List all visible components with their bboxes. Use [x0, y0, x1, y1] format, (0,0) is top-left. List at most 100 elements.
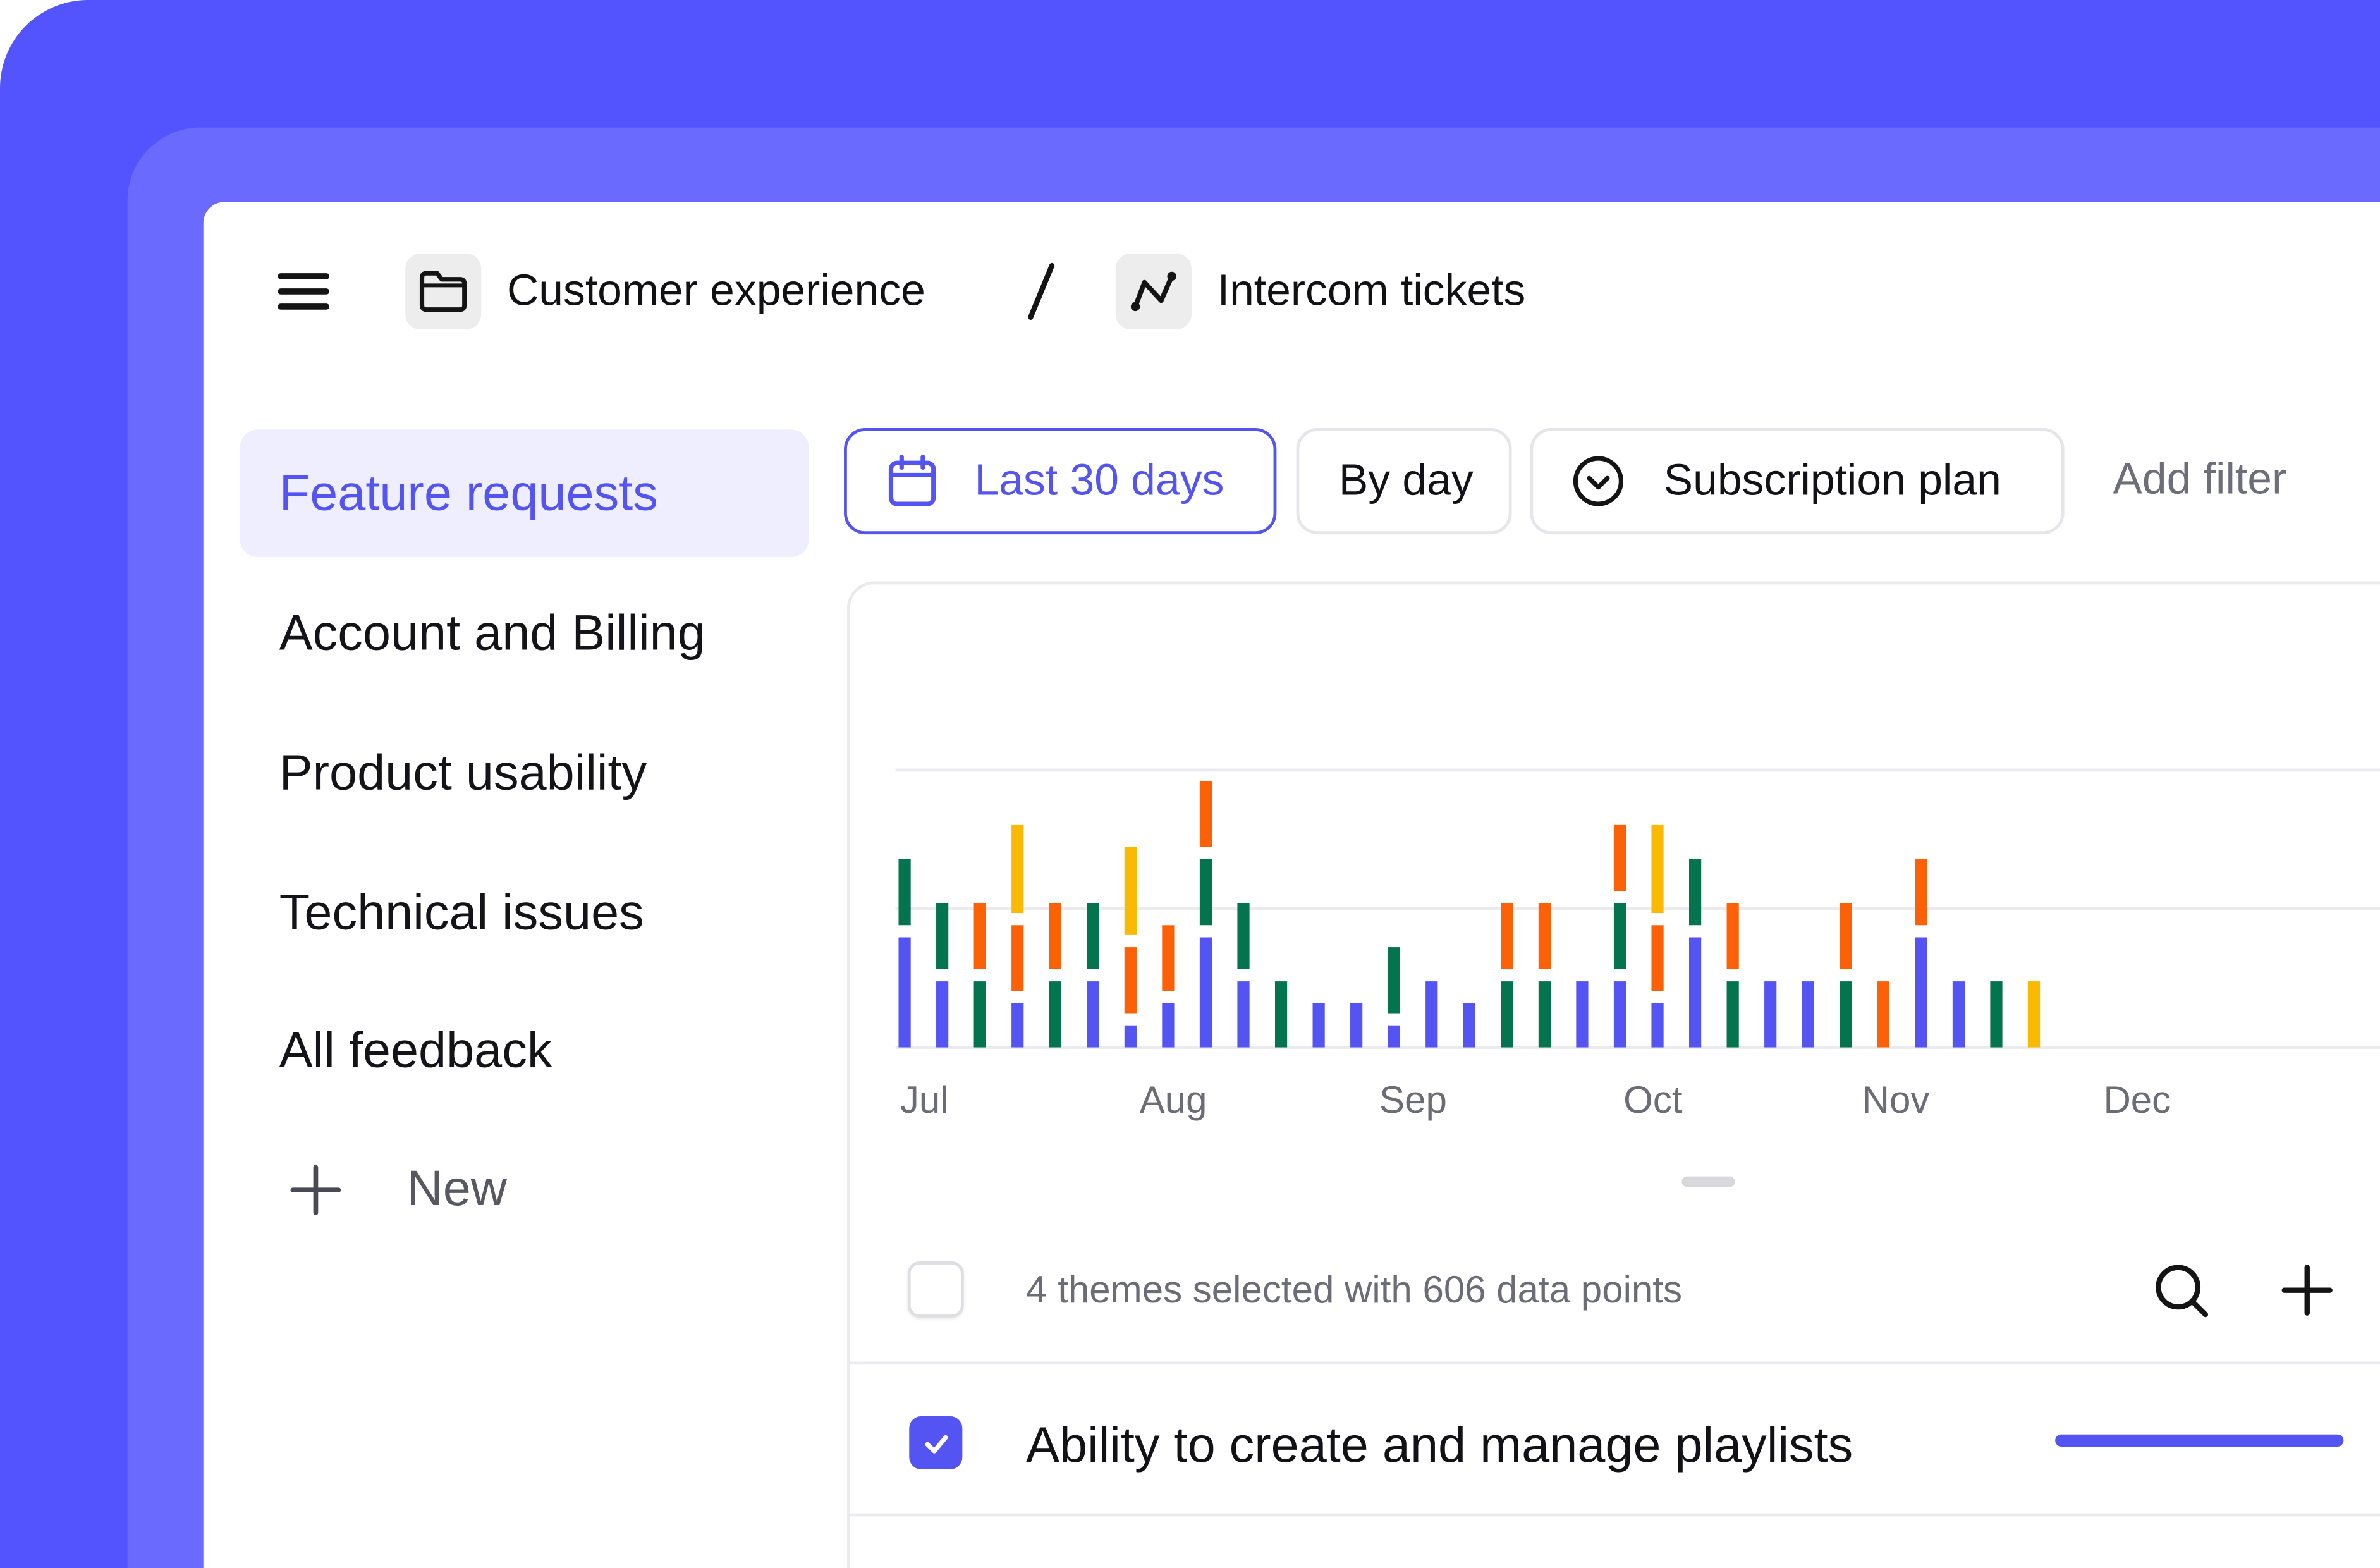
- chart-bar-segment[interactable]: [1162, 1003, 1175, 1048]
- subscription-plan-filter[interactable]: Subscription plan: [1530, 428, 2065, 535]
- sidebar-item-account-billing[interactable]: Account and Billing: [240, 569, 809, 697]
- chart-bar-segment[interactable]: [1877, 981, 1889, 1048]
- chart-bar-segment[interactable]: [1501, 903, 1513, 969]
- chart-bar-segment[interactable]: [1463, 1003, 1475, 1048]
- chart-bar-segment[interactable]: [1688, 937, 1702, 1048]
- chart-bar-segment[interactable]: [1199, 937, 1212, 1048]
- chart-bar-segment[interactable]: [1990, 981, 2003, 1048]
- chart-bar-segment[interactable]: [1049, 981, 1061, 1048]
- chart-bar-segment[interactable]: [1802, 981, 1814, 1048]
- check-icon: [924, 1434, 948, 1453]
- chart-bar-segment[interactable]: [1237, 981, 1250, 1048]
- chart-bar-segment[interactable]: [1915, 937, 1927, 1048]
- chart-bar-segment[interactable]: [1162, 925, 1175, 991]
- chart-bar-segment[interactable]: [1840, 981, 1852, 1048]
- chart-bar-segment[interactable]: [1688, 859, 1702, 926]
- chart-bar-segment[interactable]: [1087, 981, 1099, 1048]
- x-axis-tick-label: Oct: [1623, 1079, 1683, 1121]
- calendar-icon: [888, 455, 936, 506]
- sidebar-item-feature-requests[interactable]: Feature requests: [240, 429, 809, 558]
- chart-bar-segment[interactable]: [2027, 981, 2041, 1048]
- divider: [850, 1361, 2380, 1365]
- stacked-bar-chart: Jul Aug Sep Oct Nov Dec: [895, 768, 2380, 1121]
- app-screenshot: Customer experience Intercom tickets Fea…: [0, 0, 2380, 1568]
- sidebar-item-label: Feature requests: [279, 464, 658, 521]
- add-theme-icon[interactable]: [2277, 1260, 2338, 1321]
- chart-bar-segment[interactable]: [1840, 903, 1852, 969]
- sidebar-item-label: Technical issues: [279, 883, 644, 940]
- chart-bar-segment[interactable]: [1613, 903, 1626, 969]
- theme-checkbox[interactable]: [909, 1416, 963, 1469]
- granularity-filter[interactable]: By day: [1296, 428, 1512, 535]
- new-view-label[interactable]: New: [407, 1163, 508, 1213]
- chart-bar-segment[interactable]: [1764, 981, 1777, 1048]
- new-view-button[interactable]: [288, 1156, 343, 1223]
- chart-bar-segment[interactable]: [1274, 981, 1288, 1048]
- breadcrumb-separator: [1028, 262, 1055, 320]
- chart-bar-segment[interactable]: [1501, 981, 1513, 1048]
- chart-bar-segment[interactable]: [1388, 1025, 1400, 1048]
- x-axis-tick-label: Nov: [1862, 1079, 1930, 1121]
- chart-bar-segment[interactable]: [1651, 1003, 1664, 1048]
- theme-volume-fill: [2055, 1434, 2344, 1447]
- sidebar-item-all-feedback[interactable]: All feedback: [240, 987, 809, 1115]
- chart-bar-segment[interactable]: [1952, 981, 1965, 1048]
- chart-bar-segment[interactable]: [1124, 847, 1137, 935]
- plus-icon: [290, 1165, 341, 1216]
- chart-bar-segment[interactable]: [936, 903, 949, 969]
- chart-bar-segment[interactable]: [1011, 925, 1024, 991]
- chart-bar-segment[interactable]: [1915, 859, 1927, 926]
- add-filter-button[interactable]: Add filter: [2113, 458, 2286, 503]
- chart-bar-segment[interactable]: [1049, 903, 1061, 969]
- chart-bar-segment[interactable]: [1613, 824, 1626, 891]
- x-axis-tick-label: Jul: [900, 1079, 949, 1121]
- sidebar-item-label: Product usability: [279, 744, 647, 800]
- date-range-filter[interactable]: Last 30 days: [844, 428, 1277, 535]
- granularity-label: By day: [1338, 456, 1474, 505]
- x-axis-tick-label: Dec: [2103, 1079, 2171, 1121]
- chart-bar-segment[interactable]: [1124, 1025, 1137, 1048]
- chart-bar-segment[interactable]: [1538, 981, 1551, 1048]
- chart-bar-segment[interactable]: [1011, 1003, 1024, 1048]
- breadcrumb-project[interactable]: Customer experience: [507, 269, 925, 314]
- sidebar-item-technical-issues[interactable]: Technical issues: [240, 848, 809, 976]
- chart-bar-segment[interactable]: [1388, 947, 1400, 1014]
- search-icon[interactable]: [2151, 1260, 2211, 1321]
- date-range-label: Last 30 days: [974, 456, 1224, 505]
- chart-bar-segment[interactable]: [1651, 925, 1664, 991]
- x-axis-tick-label: Sep: [1379, 1079, 1447, 1121]
- chart-bar-segment[interactable]: [973, 981, 986, 1048]
- subscription-plan-label: Subscription plan: [1663, 456, 2001, 505]
- chart-bar-segment[interactable]: [973, 903, 986, 969]
- selection-summary: 4 themes selected with 606 data points: [1026, 1269, 1682, 1312]
- chart-bar-segment[interactable]: [1312, 1003, 1325, 1048]
- chart-bar-segment[interactable]: [1199, 781, 1212, 847]
- menu-icon[interactable]: [278, 273, 330, 310]
- chart-bar-segment[interactable]: [1350, 1003, 1363, 1048]
- select-all-checkbox[interactable]: [907, 1261, 964, 1318]
- sidebar-item-product-usability[interactable]: Product usability: [240, 709, 809, 836]
- chart-bar-segment[interactable]: [936, 981, 949, 1048]
- divider: [850, 1513, 2380, 1517]
- chart-bar-segment[interactable]: [1124, 947, 1137, 1014]
- chart-bar-segment[interactable]: [1726, 981, 1739, 1048]
- chart-line-icon: [1115, 253, 1192, 329]
- chart-bar-segment[interactable]: [1613, 981, 1626, 1048]
- chart-bar-segment[interactable]: [898, 859, 911, 926]
- chart-bar-segment[interactable]: [1425, 981, 1438, 1048]
- chart-bar-segment[interactable]: [1651, 824, 1664, 914]
- chart-bar-segment[interactable]: [1726, 903, 1739, 969]
- chart-bar-segment[interactable]: [1011, 824, 1024, 914]
- chart-bar-segment[interactable]: [898, 937, 911, 1048]
- chart-bar-segment[interactable]: [1576, 981, 1589, 1048]
- sidebar-item-label: Account and Billing: [279, 604, 705, 661]
- resize-handle[interactable]: [1681, 1176, 1735, 1187]
- chart-bar-segment[interactable]: [1538, 903, 1551, 969]
- chart-bar-segment[interactable]: [1087, 903, 1099, 969]
- chart-bar-segment[interactable]: [1237, 903, 1250, 969]
- chart-bar-segment[interactable]: [1199, 859, 1212, 926]
- breadcrumb-source[interactable]: Intercom tickets: [1217, 269, 1526, 314]
- theme-label[interactable]: Ability to create and manage playlists: [1026, 1419, 1853, 1469]
- sidebar-item-label: All feedback: [279, 1021, 552, 1078]
- folder-icon: [405, 253, 482, 329]
